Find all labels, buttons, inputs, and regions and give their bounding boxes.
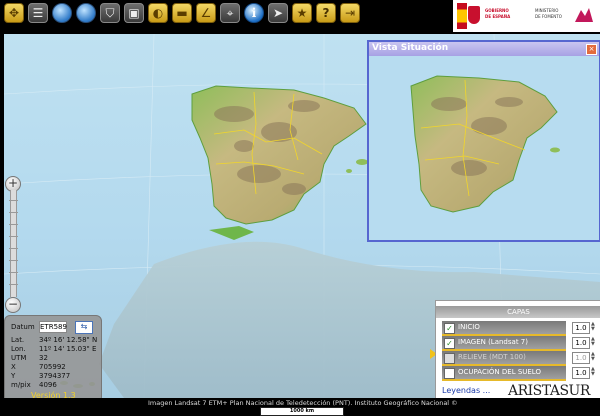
africa-coast [209, 226, 254, 240]
zoom-slider[interactable] [9, 190, 18, 297]
help-icon[interactable]: ? [316, 3, 336, 23]
info-icon[interactable]: i [244, 3, 264, 23]
y-label: Y [11, 372, 16, 380]
ign-logo-icon [575, 8, 593, 22]
flag-stripe [457, 3, 467, 29]
layer-inicio[interactable]: ✓ INICIO [442, 321, 566, 336]
overview-map[interactable] [369, 56, 599, 240]
gov-line4: DE FOMENTO [535, 14, 562, 19]
datum-select[interactable]: ETR589 [39, 321, 67, 333]
layer-name: INICIO [458, 323, 480, 331]
utm-value: 32 [39, 354, 48, 362]
opacity-stepper-icon[interactable]: ▲ ▼ [591, 337, 598, 347]
layer-ocupacion[interactable]: OCUPACIÓN DEL SUELO [442, 366, 566, 381]
scale-bar: 1000 km [260, 407, 344, 416]
iberia-landmass [191, 85, 367, 225]
layer-name: OCUPACIÓN DEL SUELO [458, 368, 541, 376]
pointer-icon[interactable]: ➤ [268, 3, 288, 23]
layer-relieve[interactable]: RELIEVE (MDT 100) [442, 351, 566, 366]
coordinates-panel: Datum ETR589 ⇆ Lat. 34º 16' 12.58" N Lon… [4, 315, 102, 403]
star-icon[interactable]: ★ [292, 3, 312, 23]
x-value: 705992 [39, 363, 66, 371]
layer-name: RELIEVE (MDT 100) [458, 353, 526, 361]
opacity-input[interactable]: 1.0 [572, 367, 590, 379]
opacity-input[interactable]: 1.0 [572, 352, 590, 364]
watermark-logo: ARISTASUR [508, 383, 590, 399]
mpix-value: 4096 [39, 381, 57, 389]
layer-divider [442, 379, 566, 381]
lon-label: Lon. [11, 345, 26, 353]
lat-label: Lat. [11, 336, 25, 344]
gov-line3: MINISTERIO [535, 8, 559, 13]
imagery-credit: Imagen Landsat 7 ETM+ Plan Nacional de T… [148, 399, 458, 407]
overview-titlebar[interactable]: Vista Situación × [369, 42, 599, 56]
opacity-stepper-icon[interactable]: ▲ ▼ [591, 322, 598, 332]
crest-icon [468, 6, 480, 24]
x-label: X [11, 363, 16, 371]
overview-balearics [550, 147, 560, 153]
crosshair-icon[interactable]: ⌖ [220, 3, 240, 23]
lon-value: 11º 14' 15.03" E [39, 345, 97, 353]
utm-label: UTM [11, 354, 27, 362]
layer-checkbox[interactable] [444, 368, 455, 379]
datum-label: Datum [11, 323, 35, 331]
layer-checkbox[interactable] [444, 353, 455, 364]
balearic-islands [346, 169, 352, 173]
layers-icon[interactable]: ☰ [28, 3, 48, 23]
overview-window[interactable]: Vista Situación × [367, 40, 600, 242]
exit-icon[interactable]: ⇥ [340, 3, 360, 23]
swap-icon[interactable]: ⇆ [75, 321, 93, 334]
gov-line2: DE ESPAÑA [485, 14, 511, 19]
overview-title: Vista Situación [372, 43, 449, 53]
y-value: 3794377 [39, 372, 71, 380]
lat-value: 34º 16' 12.58" N [39, 336, 98, 344]
opacity-input[interactable]: 1.0 [572, 337, 590, 349]
government-logo: GOBIERNO DE ESPAÑA MINISTERIO DE FOMENTO [453, 0, 600, 32]
legends-link[interactable]: Leyendas ... [442, 386, 490, 395]
layer-name: IMAGEN (Landsat 7) [458, 338, 528, 346]
layer-checkbox[interactable]: ✓ [444, 323, 455, 334]
layer-imagen[interactable]: ✓ IMAGEN (Landsat 7) [442, 336, 566, 351]
layers-panel-title: CAPAS [436, 306, 600, 318]
globe-icon[interactable] [52, 3, 72, 23]
close-icon[interactable]: × [586, 44, 597, 55]
angle-icon[interactable]: ∠ [196, 3, 216, 23]
opacity-input[interactable]: 1.0 [572, 322, 590, 334]
opacity-stepper-icon[interactable]: ▲ ▼ [591, 367, 598, 377]
zoom-back-icon[interactable]: ◐ [148, 3, 168, 23]
move-icon[interactable]: ✥ [4, 3, 24, 23]
shield-icon[interactable]: ⛉ [100, 3, 120, 23]
opacity-stepper-icon[interactable]: ▲ ▼ [591, 352, 598, 362]
save-icon[interactable]: ▣ [124, 3, 144, 23]
globe-icon[interactable] [76, 3, 96, 23]
mpix-label: m/pix [11, 381, 31, 389]
ruler-icon[interactable]: ▬ [172, 3, 192, 23]
zoom-out-button[interactable]: − [5, 297, 21, 313]
layer-checkbox[interactable]: ✓ [444, 338, 455, 349]
gov-line1: GOBIERNO [485, 8, 509, 13]
